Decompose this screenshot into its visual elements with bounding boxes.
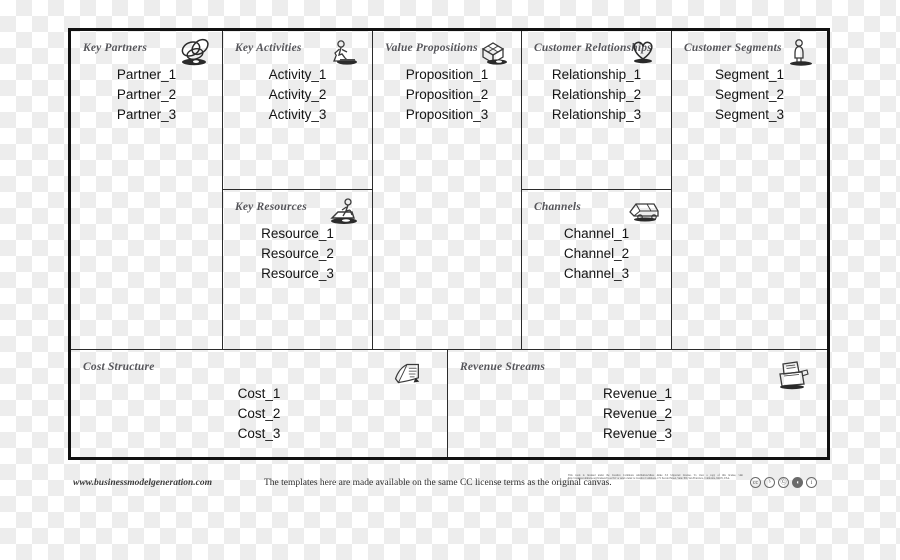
entry-item: Channel_1 bbox=[563, 226, 630, 241]
block-value-propositions[interactable]: Value Propositions Proposition_1 Proposi… bbox=[373, 31, 522, 349]
entry-item: Segment_2 bbox=[714, 87, 785, 102]
cc-license-badges: cc ᵇ Ⓒ ◖ i bbox=[750, 477, 817, 488]
entry-item: Segment_1 bbox=[714, 67, 785, 82]
block-key-activities[interactable]: Key Activities Activity_1 Activity_2 Act… bbox=[223, 31, 373, 190]
business-model-canvas-page: Key Partners Partner_1 Partner_2 Partner… bbox=[0, 0, 900, 560]
block-channels[interactable]: Channels Channel_1 Channel_2 Channel_3 bbox=[522, 190, 672, 349]
entries-channels: Channel_1 Channel_2 Channel_3 bbox=[522, 224, 671, 284]
entries-cost-structure: Cost_1 Cost_2 Cost_3 bbox=[71, 384, 447, 444]
footer-license-fineprint: This work is licensed under the Creative… bbox=[568, 474, 743, 481]
entries-customer-segments: Segment_1 Segment_2 Segment_3 bbox=[672, 65, 827, 125]
entry-item: Channel_2 bbox=[563, 246, 630, 261]
entries-value-propositions: Proposition_1 Proposition_2 Proposition_… bbox=[373, 65, 521, 125]
entry-item: Cost_3 bbox=[237, 426, 281, 441]
block-cost-structure[interactable]: Cost Structure Cost_1 Cost_2 Cost_3 bbox=[71, 349, 448, 457]
canvas-frame: Key Partners Partner_1 Partner_2 Partner… bbox=[68, 28, 830, 460]
cc-badge-glyph: Ⓒ bbox=[780, 479, 787, 486]
entries-key-resources: Resource_1 Resource_2 Resource_3 bbox=[223, 224, 372, 284]
block-title-revenue-streams: Revenue Streams bbox=[460, 361, 546, 373]
entry-item: Partner_2 bbox=[116, 87, 177, 102]
cc-badge-glyph: ◖ bbox=[795, 479, 800, 486]
block-revenue-streams[interactable]: Revenue Streams Revenue_1 Revenue_2 Reve… bbox=[448, 349, 827, 457]
entry-item: Cost_2 bbox=[237, 406, 281, 421]
entry-item: Resource_1 bbox=[261, 226, 334, 241]
cc-by-icon[interactable]: ᵇ bbox=[764, 477, 775, 488]
block-customer-segments[interactable]: Customer Segments Segment_1 Segment_2 Se… bbox=[672, 31, 827, 349]
block-key-resources[interactable]: Key Resources Resource_1 Resource_2 Reso… bbox=[223, 190, 373, 349]
entry-item: Proposition_3 bbox=[405, 107, 489, 122]
block-title-channels: Channels bbox=[534, 201, 581, 213]
entries-key-partners: Partner_1 Partner_2 Partner_3 bbox=[71, 65, 222, 125]
entry-item: Segment_3 bbox=[714, 107, 785, 122]
entry-item: Partner_3 bbox=[116, 107, 177, 122]
entry-item: Cost_1 bbox=[237, 386, 281, 401]
entries-key-activities: Activity_1 Activity_2 Activity_3 bbox=[223, 65, 372, 125]
block-title-key-partners: Key Partners bbox=[83, 42, 148, 54]
entry-item: Relationship_1 bbox=[551, 67, 642, 82]
footer-website-link[interactable]: www.businessmodelgeneration.com bbox=[73, 478, 212, 488]
cc-badge-glyph: cc bbox=[752, 479, 759, 486]
canvas-footer: www.businessmodelgeneration.com The temp… bbox=[68, 470, 830, 504]
entry-item: Revenue_3 bbox=[602, 426, 673, 441]
block-title-customer-segments: Customer Segments bbox=[684, 42, 782, 54]
entry-item: Proposition_1 bbox=[405, 67, 489, 82]
entry-item: Resource_2 bbox=[261, 246, 334, 261]
block-customer-relationships[interactable]: Customer Relationships Relationship_1 Re… bbox=[522, 31, 672, 190]
cc-badge-glyph: ᵇ bbox=[768, 479, 771, 486]
entry-item: Revenue_1 bbox=[602, 386, 673, 401]
cc-info-icon[interactable]: i bbox=[806, 477, 817, 488]
entry-item: Activity_2 bbox=[268, 87, 327, 102]
entry-item: Proposition_2 bbox=[405, 87, 489, 102]
block-title-key-activities: Key Activities bbox=[235, 42, 302, 54]
entries-revenue-streams: Revenue_1 Revenue_2 Revenue_3 bbox=[448, 384, 827, 444]
cc-badge-glyph: i bbox=[810, 479, 813, 486]
entry-item: Resource_3 bbox=[261, 266, 334, 281]
block-key-partners[interactable]: Key Partners Partner_1 Partner_2 Partner… bbox=[71, 31, 223, 349]
entry-item: Revenue_2 bbox=[602, 406, 673, 421]
cc-icon[interactable]: cc bbox=[750, 477, 761, 488]
cc-nd-icon[interactable]: Ⓒ bbox=[778, 477, 789, 488]
entry-item: Relationship_3 bbox=[551, 107, 642, 122]
block-title-key-resources: Key Resources bbox=[235, 201, 307, 213]
entry-item: Activity_1 bbox=[268, 67, 327, 82]
entry-item: Activity_3 bbox=[268, 107, 327, 122]
block-title-value-propositions: Value Propositions bbox=[385, 42, 478, 54]
footer-license-note: The templates here are made available on… bbox=[264, 478, 612, 488]
entry-item: Channel_3 bbox=[563, 266, 630, 281]
entry-item: Partner_1 bbox=[116, 67, 177, 82]
cc-sa-icon[interactable]: ◖ bbox=[792, 477, 803, 488]
block-title-cost-structure: Cost Structure bbox=[83, 361, 155, 373]
entry-item: Relationship_2 bbox=[551, 87, 642, 102]
entries-customer-relationships: Relationship_1 Relationship_2 Relationsh… bbox=[522, 65, 671, 125]
